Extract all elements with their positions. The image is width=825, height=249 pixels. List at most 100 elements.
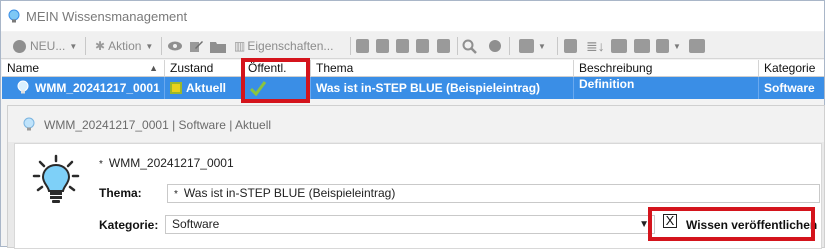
record-id: * WMM_20241217_0001 [99, 156, 234, 170]
column-header-label: Zustand [170, 61, 214, 75]
column-header-label: Name [7, 61, 40, 75]
thema-field[interactable]: * Was ist in-STEP BLUE (Beispieleintrag) [167, 184, 820, 203]
tag-icon [519, 39, 534, 53]
kategorie-value: Software [172, 217, 220, 231]
lightbulb-icon [32, 154, 80, 203]
circle-icon [489, 40, 501, 52]
search-icon [462, 39, 477, 54]
document-icon [356, 39, 369, 53]
action-button-label: Aktion [108, 39, 142, 53]
kategorie-select[interactable]: Software ▼ [165, 215, 655, 234]
cell-name[interactable]: WMM_20241217_0001 [2, 77, 165, 99]
cell-zustand[interactable]: Aktuell [165, 77, 243, 99]
lightbulb-icon [8, 9, 20, 23]
toolbar-divider [509, 37, 510, 55]
cell-beschreibung-text: Definition [579, 77, 635, 91]
window-title: MEIN Wissensmanagement [26, 9, 188, 24]
toolbar-divider [457, 37, 458, 55]
search-button[interactable] [462, 36, 477, 56]
lightbulb-icon [23, 117, 35, 131]
cell-oeffentl[interactable] [243, 77, 311, 99]
document-button-4[interactable] [416, 36, 429, 56]
archive-button[interactable] [634, 36, 650, 56]
lock-button[interactable]: ▼ [656, 36, 681, 56]
chevron-down-icon: ▼ [69, 41, 78, 51]
record-button[interactable] [489, 36, 501, 56]
cell-thema-text: Was ist in-STEP BLUE (Beispieleintrag) [316, 81, 541, 95]
toolbar-divider [161, 37, 162, 55]
detail-header-text: WMM_20241217_0001 | Software | Aktuell [44, 118, 272, 132]
sort-button[interactable]: ≣↓ [586, 36, 605, 56]
publish-checkbox[interactable]: X [663, 214, 677, 228]
column-header-beschreibung[interactable]: Beschreibung [574, 60, 759, 77]
chevron-down-icon: ▼ [145, 41, 154, 51]
document-icon [376, 39, 389, 53]
document-icon [396, 39, 409, 53]
column-header-kategorie[interactable]: Kategorie [759, 60, 824, 77]
export-icon [689, 39, 705, 53]
detail-header: WMM_20241217_0001 | Software | Aktuell [8, 106, 824, 142]
sparkle-icon: ✱ [95, 39, 106, 53]
column-header-name[interactable]: Name ▲ [2, 60, 165, 77]
sort-icon: ≣↓ [586, 37, 605, 54]
toolbar-divider [85, 37, 86, 55]
export-button[interactable] [689, 36, 705, 56]
cell-name-text: WMM_20241217_0001 [35, 81, 160, 95]
toolbar-divider [557, 37, 558, 55]
toolbar: NEU... ▼ ✱ Aktion ▼ ▥ Eigenschaften... ▼… [1, 32, 824, 59]
detail-form: * WMM_20241217_0001 Thema: * Was ist in-ST… [14, 143, 822, 249]
kategorie-label: Kategorie: [99, 218, 159, 232]
cell-zustand-text: Aktuell [186, 81, 227, 95]
view-button[interactable] [167, 36, 183, 56]
detail-pane: WMM_20241217_0001 | Software | Aktuell *… [7, 105, 825, 249]
required-marker: * [99, 159, 103, 170]
document-button-2[interactable] [376, 36, 389, 56]
open-folder-button[interactable] [210, 36, 226, 56]
edit-icon [190, 41, 203, 52]
edit-button[interactable] [189, 36, 203, 56]
cell-kategorie-text: Software [764, 81, 815, 95]
new-icon [13, 39, 26, 53]
stack-button[interactable] [611, 36, 627, 56]
document-button-5[interactable] [437, 36, 450, 56]
cell-kategorie[interactable]: Software [759, 77, 824, 99]
archive-icon [634, 39, 650, 53]
chevron-down-icon: ▼ [538, 41, 546, 51]
state-icon [170, 82, 182, 94]
properties-icon: ▥ [234, 39, 246, 53]
column-header-label: Thema [316, 61, 354, 75]
document-button-1[interactable] [356, 36, 369, 56]
page-icon [564, 39, 577, 53]
tag-button[interactable]: ▼ [519, 36, 546, 56]
toolbar-divider [350, 37, 351, 55]
document-button-3[interactable] [396, 36, 409, 56]
chevron-down-icon: ▼ [673, 41, 681, 51]
dropdown-arrow-icon: ▼ [639, 219, 649, 230]
stack-icon [611, 39, 627, 53]
column-header-oeffentl[interactable]: Öffentl. [243, 60, 311, 77]
required-marker: * [174, 189, 178, 200]
thema-value: Was ist in-STEP BLUE (Beispieleintrag) [183, 186, 396, 200]
page-button[interactable] [564, 36, 577, 56]
lightbulb-icon [17, 80, 29, 94]
column-header-label: Kategorie [764, 61, 816, 75]
action-button[interactable]: ✱ Aktion ▼ [95, 36, 153, 56]
column-header-zustand[interactable]: Zustand [165, 60, 243, 77]
new-button-label: NEU... [30, 39, 66, 53]
checkbox-check-mark: X [665, 213, 675, 228]
document-icon [416, 39, 429, 53]
grid-header: Name ▲ Zustand Öffentl. Thema Beschreibu… [2, 60, 824, 77]
document-icon [437, 39, 450, 53]
properties-button[interactable]: ▥ Eigenschaften... [234, 36, 333, 56]
lock-icon [656, 39, 669, 53]
cell-thema[interactable]: Was ist in-STEP BLUE (Beispieleintrag) [311, 77, 574, 99]
column-header-label: Beschreibung [579, 61, 653, 75]
thema-label: Thema: [99, 186, 142, 200]
column-header-thema[interactable]: Thema [311, 60, 574, 77]
cell-beschreibung[interactable]: Definition [574, 77, 759, 99]
folder-icon [210, 41, 226, 53]
table-row[interactable]: WMM_20241217_0001 Aktuell Was ist in-STE… [2, 77, 824, 99]
sort-ascending-icon: ▲ [149, 63, 158, 73]
publish-label: Wissen veröffentlichen [686, 218, 818, 232]
new-button[interactable]: NEU... ▼ [13, 36, 77, 56]
